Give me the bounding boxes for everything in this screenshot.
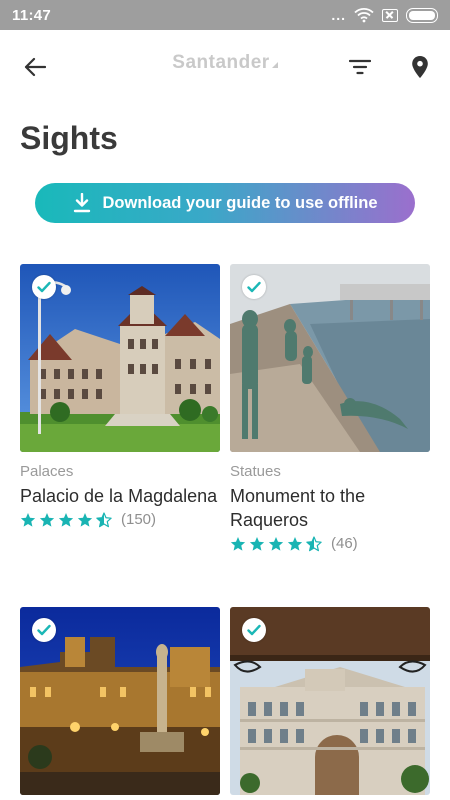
star-full-icon	[20, 512, 36, 527]
download-guide-button[interactable]: Download your guide to use offline	[35, 183, 415, 223]
sight-rating: (150)	[20, 511, 220, 528]
star-half-icon	[96, 511, 112, 527]
check-icon	[247, 281, 261, 293]
saved-check-badge[interactable]	[242, 275, 266, 299]
sight-category: Palaces	[20, 463, 74, 480]
star-full-icon	[249, 536, 265, 551]
sight-rating: (46)	[230, 535, 430, 552]
check-icon	[247, 624, 261, 636]
saved-check-badge[interactable]	[32, 618, 56, 642]
app-logo: Santander	[0, 52, 450, 74]
battery-icon	[406, 7, 438, 23]
download-icon	[73, 193, 90, 213]
sight-card-palacio[interactable]: Palaces Palacio de la Magdalena (150)	[20, 264, 220, 528]
sight-card-raqueros[interactable]: Statues Monument to the Raqueros (46)	[230, 264, 430, 552]
star-full-icon	[268, 536, 284, 551]
filter-button[interactable]	[343, 50, 377, 84]
status-time: 11:47	[12, 6, 52, 24]
star-full-icon	[287, 536, 303, 551]
map-pin-icon	[412, 56, 428, 78]
star-full-icon	[58, 512, 74, 527]
sight-title[interactable]: Palacio de la Magdalena	[20, 484, 220, 508]
status-icons: ...	[331, 7, 438, 23]
map-pin-button[interactable]	[403, 50, 437, 84]
saved-check-badge[interactable]	[242, 618, 266, 642]
more-dots-icon: ...	[331, 7, 346, 23]
sight-card-3[interactable]	[20, 607, 220, 795]
sight-card-4[interactable]	[230, 607, 430, 795]
wifi-icon	[354, 8, 374, 23]
app-header: Santander	[0, 30, 450, 100]
star-full-icon	[39, 512, 55, 527]
check-icon	[37, 281, 51, 293]
star-half-icon	[306, 535, 322, 551]
check-icon	[37, 624, 51, 636]
saved-check-badge[interactable]	[32, 275, 56, 299]
no-sim-icon	[382, 8, 398, 22]
filter-icon	[349, 59, 371, 75]
sight-category: Statues	[230, 463, 281, 480]
download-guide-label: Download your guide to use offline	[102, 193, 378, 212]
logo-mark-icon	[271, 62, 278, 68]
logo-text: Santander	[172, 52, 270, 73]
review-count: (150)	[121, 511, 157, 528]
star-full-icon	[230, 536, 246, 551]
page-title: Sights	[20, 120, 118, 156]
review-count: (46)	[331, 535, 358, 552]
status-bar: 11:47 ...	[0, 0, 450, 30]
sight-title[interactable]: Monument to the Raqueros	[230, 484, 430, 532]
star-full-icon	[77, 512, 93, 527]
